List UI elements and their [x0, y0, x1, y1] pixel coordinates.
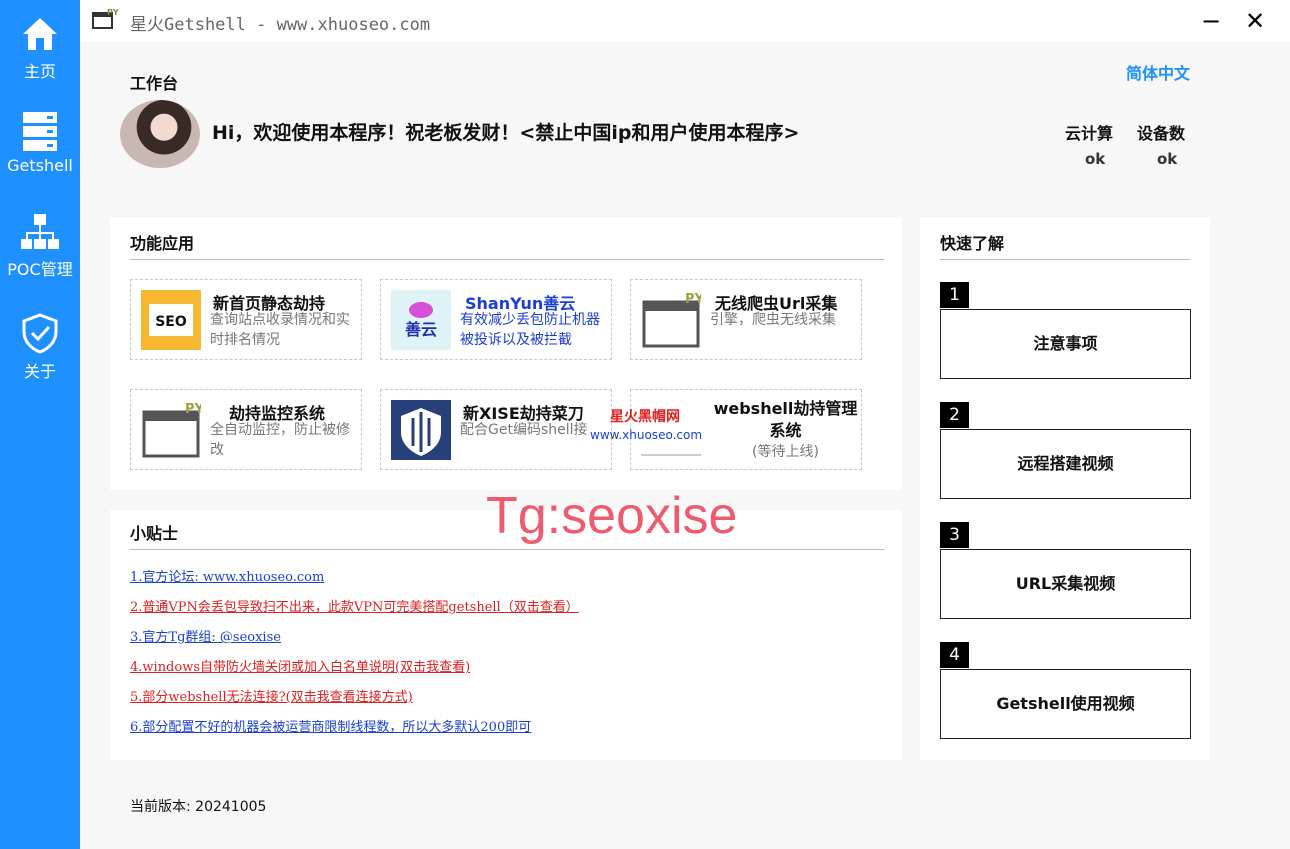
svg-text:善云: 善云: [405, 320, 437, 339]
card-desc: 全自动监控，防止被修改: [210, 422, 350, 458]
wings-shield-icon: [391, 400, 451, 460]
svg-text:PY: PY: [685, 292, 701, 307]
nav-getshell[interactable]: Getshell: [0, 110, 80, 175]
card-url-crawler[interactable]: PY 无线爬虫Url采集 引擎，爬虫无线采集: [630, 279, 862, 360]
workbench-title: 工作台: [130, 74, 179, 93]
quick-button-getshell-video[interactable]: Getshell使用视频: [940, 669, 1191, 739]
home-icon: [23, 18, 57, 50]
nav-getshell-label: Getshell: [7, 156, 73, 175]
svg-text:PY: PY: [107, 8, 118, 17]
tip-link-6[interactable]: 6.部分配置不好的机器会被运营商限制线程数，所以大多默认200即可: [130, 716, 531, 735]
quick-divider: [940, 259, 1190, 260]
tip-link-3[interactable]: 3.官方Tg群组: @seoxise: [130, 626, 281, 645]
quick-button-notes[interactable]: 注意事项: [940, 309, 1191, 379]
nav-poc[interactable]: POC管理: [0, 212, 80, 280]
network-icon: [21, 214, 59, 249]
quick-num-4: 4: [940, 642, 969, 668]
stat-value-cloud: ok: [1085, 150, 1106, 168]
app-icon: PY: [92, 8, 118, 29]
nav-about-label: 关于: [23, 362, 56, 381]
tip-link-4[interactable]: 4.windows自带防火墙关闭或加入白名单说明(双击我查看): [130, 656, 470, 675]
shield-check-icon: [22, 313, 58, 354]
window-title: 星火Getshell - www.xhuoseo.com: [130, 15, 431, 35]
main-area: PY 星火Getshell - www.xhuoseo.com − ✕ 简体中文…: [80, 0, 1290, 849]
card-hijack-monitor[interactable]: PY 劫持监控系统 全自动监控，防止被修改: [130, 389, 362, 470]
watermark-site-url: www.xhuoseo.com: [590, 428, 703, 442]
tips-divider: [130, 549, 884, 550]
card-xise-hijack[interactable]: 新XISE劫持菜刀 配合Get编码shell接: [380, 389, 612, 470]
seo-icon: SEO: [141, 290, 201, 350]
stat-label-cloud: 云计算: [1065, 124, 1114, 143]
py-window-icon: PY: [142, 402, 201, 458]
shanyun-logo-icon: 善云: [391, 290, 451, 350]
welcome-message: Hi，欢迎使用本程序！祝老板发财！<禁止中国ip和用户使用本程序>: [212, 122, 800, 144]
tips-title: 小贴士: [130, 524, 179, 543]
sidebar: 主页 Getshell POC管理 关于: [0, 0, 80, 849]
functions-divider: [130, 259, 884, 260]
quick-num-1: 1: [940, 282, 969, 308]
close-button[interactable]: ✕: [1240, 6, 1270, 36]
card-desc: 查询站点收录情况和实时排名情况: [210, 312, 350, 348]
card-desc: (等待上线): [752, 444, 819, 460]
avatar: [120, 100, 200, 168]
svg-text:PY: PY: [185, 402, 201, 417]
watermark-tg: Tg:seoxise: [486, 487, 738, 545]
watermark-site-name: 星火黑帽网: [610, 409, 680, 425]
tip-link-1[interactable]: 1.官方论坛: www.xhuoseo.com: [130, 566, 324, 585]
quick-num-2: 2: [940, 402, 969, 428]
card-desc: 配合Get编码shell接: [460, 422, 588, 438]
tip-link-5[interactable]: 5.部分webshell无法连接?(双击我查看连接方式): [130, 686, 413, 705]
tip-link-2[interactable]: 2.普通VPN会丢包导致扫不出来，此款VPN可完美搭配getshell（双击查看…: [130, 596, 579, 615]
card-desc: 有效减少丢包防止机器被投诉以及被拦截: [460, 312, 600, 348]
py-window-icon: PY: [642, 292, 701, 348]
quick-button-url-video[interactable]: URL采集视频: [940, 549, 1191, 619]
card-desc: 引擎，爬虫无线采集: [710, 312, 836, 328]
minimize-button[interactable]: −: [1196, 6, 1226, 36]
nav-home-label: 主页: [23, 62, 56, 81]
nav-poc-label: POC管理: [7, 260, 73, 279]
quick-button-remote-video[interactable]: 远程搭建视频: [940, 429, 1191, 499]
nav-home[interactable]: 主页: [0, 14, 80, 82]
card-shanyun[interactable]: 善云 ShanYun善云 有效减少丢包防止机器被投诉以及被拦截: [380, 279, 612, 360]
card-title: webshell劫持管理系统: [713, 399, 858, 440]
stat-value-devices: ok: [1157, 150, 1178, 168]
functions-title: 功能应用: [130, 234, 195, 253]
title-bar: PY 星火Getshell - www.xhuoseo.com − ✕: [80, 0, 1290, 42]
server-icon: [23, 112, 57, 151]
card-seo-hijack[interactable]: SEO 新首页静态劫持 查询站点收录情况和实时排名情况: [130, 279, 362, 360]
stat-label-devices: 设备数: [1137, 124, 1186, 143]
version-label: 当前版本: 20241005: [130, 799, 267, 815]
card-icon-placeholder: [641, 454, 701, 456]
nav-about[interactable]: 关于: [0, 312, 80, 382]
svg-text:SEO: SEO: [155, 314, 187, 330]
quick-title: 快速了解: [940, 234, 1005, 253]
quick-num-3: 3: [940, 522, 969, 548]
